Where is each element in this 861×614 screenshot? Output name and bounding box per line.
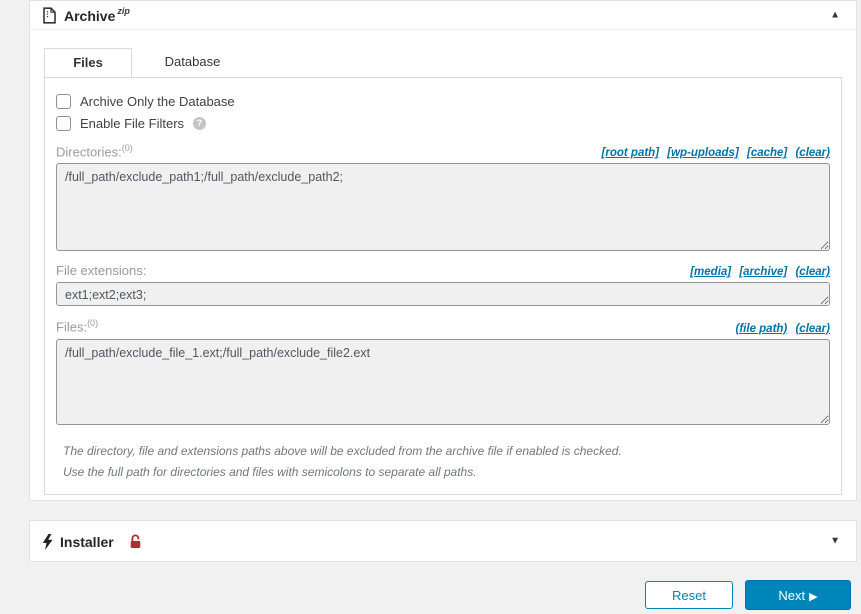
installer-header[interactable]: Installer ▼ — [30, 521, 856, 561]
link-archive[interactable]: [archive] — [739, 266, 787, 278]
directories-label-row: Directories:(0) [root path] [wp-uploads]… — [56, 143, 830, 159]
directories-links: [root path] [wp-uploads] [cache] (clear) — [597, 147, 830, 159]
link-files-clear[interactable]: (clear) — [795, 323, 830, 335]
zip-file-icon — [42, 7, 57, 24]
expand-icon[interactable]: ▼ — [830, 536, 840, 547]
extensions-textarea[interactable]: ext1;ext2;ext3; — [56, 282, 830, 306]
link-file-path[interactable]: (file path) — [736, 323, 788, 335]
page: Archive zip ▲ Files Database Archive Onl… — [0, 0, 861, 614]
archive-tabs: Files Database — [44, 48, 842, 77]
archive-only-db-checkbox[interactable] — [56, 94, 71, 109]
files-textarea[interactable]: /full_path/exclude_file_1.ext;/full_path… — [56, 339, 830, 425]
files-tab-panel: Archive Only the Database Enable File Fi… — [44, 77, 842, 495]
collapse-icon[interactable]: ▲ — [830, 10, 840, 21]
link-cache[interactable]: [cache] — [747, 147, 787, 159]
link-wp-uploads[interactable]: [wp-uploads] — [667, 147, 739, 159]
enable-file-filters-row: Enable File Filters ? — [56, 116, 830, 131]
archive-only-db-label[interactable]: Archive Only the Database — [80, 94, 235, 109]
installer-metabox: Installer ▼ — [29, 520, 857, 562]
enable-file-filters-label[interactable]: Enable File Filters — [80, 116, 184, 131]
filter-note-line2: Use the full path for directories and fi… — [63, 462, 830, 483]
directories-count: (0) — [122, 143, 133, 153]
next-arrow-icon: ▶ — [809, 591, 817, 603]
directories-textarea[interactable]: /full_path/exclude_path1;/full_path/excl… — [56, 163, 830, 251]
next-button[interactable]: Next ▶ — [745, 580, 851, 610]
archive-metabox: Archive zip ▲ Files Database Archive Onl… — [29, 0, 857, 501]
archive-only-db-row: Archive Only the Database — [56, 94, 830, 109]
unlock-icon — [129, 534, 142, 549]
link-extensions-clear[interactable]: (clear) — [795, 266, 830, 278]
files-label-row: Files:(0) (file path) (clear) — [56, 318, 830, 334]
directories-label: Directories:(0) — [56, 143, 133, 159]
tab-database[interactable]: Database — [132, 48, 253, 77]
next-button-label: Next — [778, 588, 805, 603]
help-icon[interactable]: ? — [193, 117, 206, 130]
enable-file-filters-checkbox[interactable] — [56, 116, 71, 131]
filter-notes: The directory, file and extensions paths… — [56, 441, 830, 483]
archive-header[interactable]: Archive zip ▲ — [30, 1, 856, 30]
files-label: Files:(0) — [56, 318, 98, 334]
reset-button[interactable]: Reset — [645, 581, 733, 609]
files-links: (file path) (clear) — [731, 323, 830, 335]
tab-files[interactable]: Files — [44, 48, 132, 77]
archive-title: Archive — [64, 8, 115, 24]
lightning-icon — [42, 534, 53, 550]
link-directories-clear[interactable]: (clear) — [795, 147, 830, 159]
extensions-links: [media] [archive] (clear) — [685, 266, 830, 278]
link-root-path[interactable]: [root path] — [602, 147, 659, 159]
archive-title-sup: zip — [117, 6, 130, 16]
files-count: (0) — [87, 318, 98, 328]
extensions-label: File extensions: — [56, 263, 146, 278]
extensions-label-row: File extensions: [media] [archive] (clea… — [56, 263, 830, 278]
filter-note-line1: The directory, file and extensions paths… — [63, 441, 830, 462]
installer-title: Installer — [60, 534, 114, 550]
link-media[interactable]: [media] — [690, 266, 731, 278]
